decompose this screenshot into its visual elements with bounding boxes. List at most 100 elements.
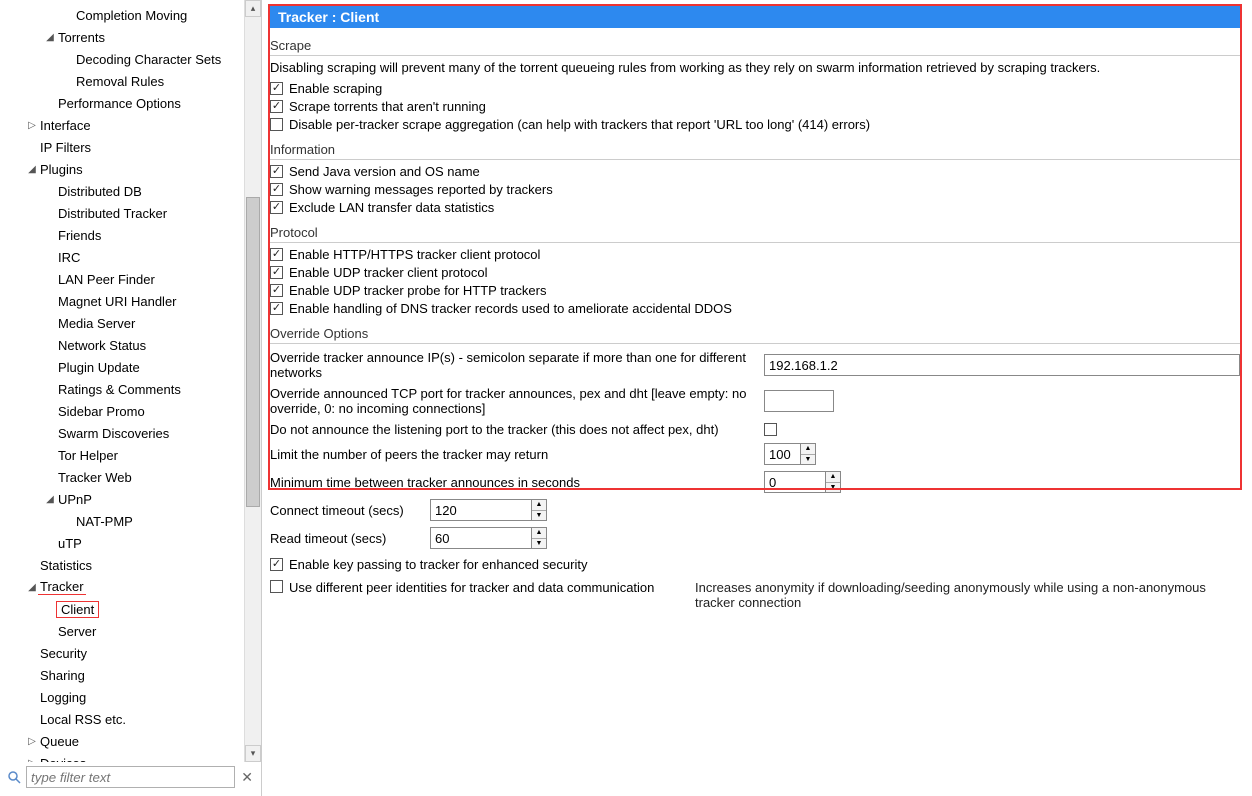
tree-item-label: NAT-PMP [74, 514, 135, 529]
cb-http-protocol[interactable] [270, 248, 283, 261]
tree-item-interface[interactable]: ▷Interface [0, 114, 244, 136]
spin-up[interactable]: ▲ [826, 472, 840, 483]
tree-item-plugin-update[interactable]: Plugin Update [0, 356, 244, 378]
settings-tree[interactable]: Completion Moving ◢TorrentsDecoding Chara… [0, 0, 244, 762]
cb-scrape-not-running[interactable] [270, 100, 283, 113]
peers-limit-input[interactable] [765, 444, 800, 464]
tree-item-decoding-character-sets[interactable]: Decoding Character Sets [0, 48, 244, 70]
tree-item-ip-filters[interactable]: IP Filters [0, 136, 244, 158]
section-scrape-heading: Scrape [270, 38, 1240, 56]
cb-diff-peer-identities-label: Use different peer identities for tracke… [289, 580, 689, 595]
override-ip-label: Override tracker announce IP(s) - semico… [270, 350, 750, 380]
tree-item-distributed-tracker[interactable]: Distributed Tracker [0, 202, 244, 224]
cb-show-warnings[interactable] [270, 183, 283, 196]
read-timeout-spinner[interactable]: ▲▼ [430, 527, 547, 549]
cb-diff-peer-identities[interactable] [270, 580, 283, 593]
tree-item-label: Interface [38, 118, 93, 133]
tree-item-irc[interactable]: IRC [0, 246, 244, 268]
spin-down[interactable]: ▼ [801, 455, 815, 465]
override-port-input[interactable] [764, 390, 834, 412]
tree-item-performance-options[interactable]: Performance Options [0, 92, 244, 114]
collapse-icon[interactable]: ◢ [26, 164, 38, 175]
expand-icon[interactable]: ▷ [26, 120, 38, 131]
tree-item-completion-moving[interactable]: Completion Moving [0, 4, 244, 26]
override-ip-input[interactable] [764, 354, 1240, 376]
scrape-description: Disabling scraping will prevent many of … [270, 60, 1240, 75]
collapse-icon[interactable]: ◢ [44, 494, 56, 505]
override-port-label: Override announced TCP port for tracker … [270, 386, 750, 416]
cb-send-java-os[interactable] [270, 165, 283, 178]
tree-item-media-server[interactable]: Media Server [0, 312, 244, 334]
cb-udp-probe-label: Enable UDP tracker probe for HTTP tracke… [289, 283, 546, 298]
tree-scrollbar[interactable]: ▴ ▾ [244, 0, 261, 762]
tree-item-label: Plugin Update [56, 360, 142, 375]
tree-item-server[interactable]: Server [0, 620, 244, 642]
tree-item-label: Completion Moving [74, 8, 189, 23]
tree-item-plugins[interactable]: ◢Plugins [0, 158, 244, 180]
tree-item-friends[interactable]: Friends [0, 224, 244, 246]
cb-udp-protocol[interactable] [270, 266, 283, 279]
cb-exclude-lan[interactable] [270, 201, 283, 214]
spin-up[interactable]: ▲ [532, 500, 546, 511]
tree-item-label: Client [56, 601, 99, 618]
cb-no-announce[interactable] [764, 423, 777, 436]
tree-item-tracker[interactable]: ◢Tracker [0, 576, 244, 598]
tree-item-torrents[interactable]: ◢Torrents [0, 26, 244, 48]
scroll-thumb[interactable] [246, 197, 260, 507]
tree-item-local-rss-etc-[interactable]: Local RSS etc. [0, 708, 244, 730]
tree-item-label: Media Server [56, 316, 137, 331]
tree-filter-input[interactable] [26, 766, 235, 788]
cb-disable-aggregation[interactable] [270, 118, 283, 131]
connect-timeout-input[interactable] [431, 500, 531, 520]
spin-up[interactable]: ▲ [532, 528, 546, 539]
spin-down[interactable]: ▼ [532, 539, 546, 549]
read-timeout-input[interactable] [431, 528, 531, 548]
collapse-icon[interactable]: ◢ [26, 582, 38, 593]
tree-item-utp[interactable]: uTP [0, 532, 244, 554]
expand-icon[interactable]: ▷ [26, 736, 38, 747]
mintime-spinner[interactable]: ▲▼ [764, 471, 841, 493]
tree-item-statistics[interactable]: Statistics [0, 554, 244, 576]
tree-item-logging[interactable]: Logging [0, 686, 244, 708]
spin-down[interactable]: ▼ [532, 511, 546, 521]
scroll-up[interactable]: ▴ [245, 0, 261, 17]
tree-item-label: Tracker [38, 579, 86, 595]
tree-item-sidebar-promo[interactable]: Sidebar Promo [0, 400, 244, 422]
tree-item-client[interactable]: Client [0, 598, 244, 620]
tree-item-distributed-db[interactable]: Distributed DB [0, 180, 244, 202]
spin-down[interactable]: ▼ [826, 483, 840, 493]
tree-item-tracker-web[interactable]: Tracker Web [0, 466, 244, 488]
tree-item-nat-pmp[interactable]: NAT-PMP [0, 510, 244, 532]
cb-exclude-lan-label: Exclude LAN transfer data statistics [289, 200, 494, 215]
cb-udp-probe[interactable] [270, 284, 283, 297]
tree-item-sharing[interactable]: Sharing [0, 664, 244, 686]
tree-item-label: Distributed Tracker [56, 206, 169, 221]
clear-filter-icon[interactable]: ✕ [239, 769, 255, 786]
tree-item-label: Queue [38, 734, 81, 749]
tree-item-label: Statistics [38, 558, 94, 573]
page-title: Tracker : Client [270, 6, 1240, 28]
peers-limit-spinner[interactable]: ▲▼ [764, 443, 816, 465]
section-information-heading: Information [270, 142, 1240, 160]
cb-key-passing[interactable] [270, 558, 283, 571]
tree-item-security[interactable]: Security [0, 642, 244, 664]
tree-item-label: UPnP [56, 492, 94, 507]
tree-item-removal-rules[interactable]: Removal Rules [0, 70, 244, 92]
collapse-icon[interactable]: ◢ [44, 32, 56, 43]
mintime-input[interactable] [765, 472, 825, 492]
cb-enable-scraping[interactable] [270, 82, 283, 95]
tree-item-queue[interactable]: ▷Queue [0, 730, 244, 752]
tree-item-lan-peer-finder[interactable]: LAN Peer Finder [0, 268, 244, 290]
tree-item-devices[interactable]: ▷Devices [0, 752, 244, 762]
tree-item-magnet-uri-handler[interactable]: Magnet URI Handler [0, 290, 244, 312]
tree-item-network-status[interactable]: Network Status [0, 334, 244, 356]
tree-item-ratings-comments[interactable]: Ratings & Comments [0, 378, 244, 400]
tree-item-upnp[interactable]: ◢UPnP [0, 488, 244, 510]
cb-dns-records[interactable] [270, 302, 283, 315]
spin-up[interactable]: ▲ [801, 444, 815, 455]
connect-timeout-spinner[interactable]: ▲▼ [430, 499, 547, 521]
tree-item-tor-helper[interactable]: Tor Helper [0, 444, 244, 466]
no-announce-label: Do not announce the listening port to th… [270, 422, 750, 437]
scroll-down[interactable]: ▾ [245, 745, 261, 762]
tree-item-swarm-discoveries[interactable]: Swarm Discoveries [0, 422, 244, 444]
